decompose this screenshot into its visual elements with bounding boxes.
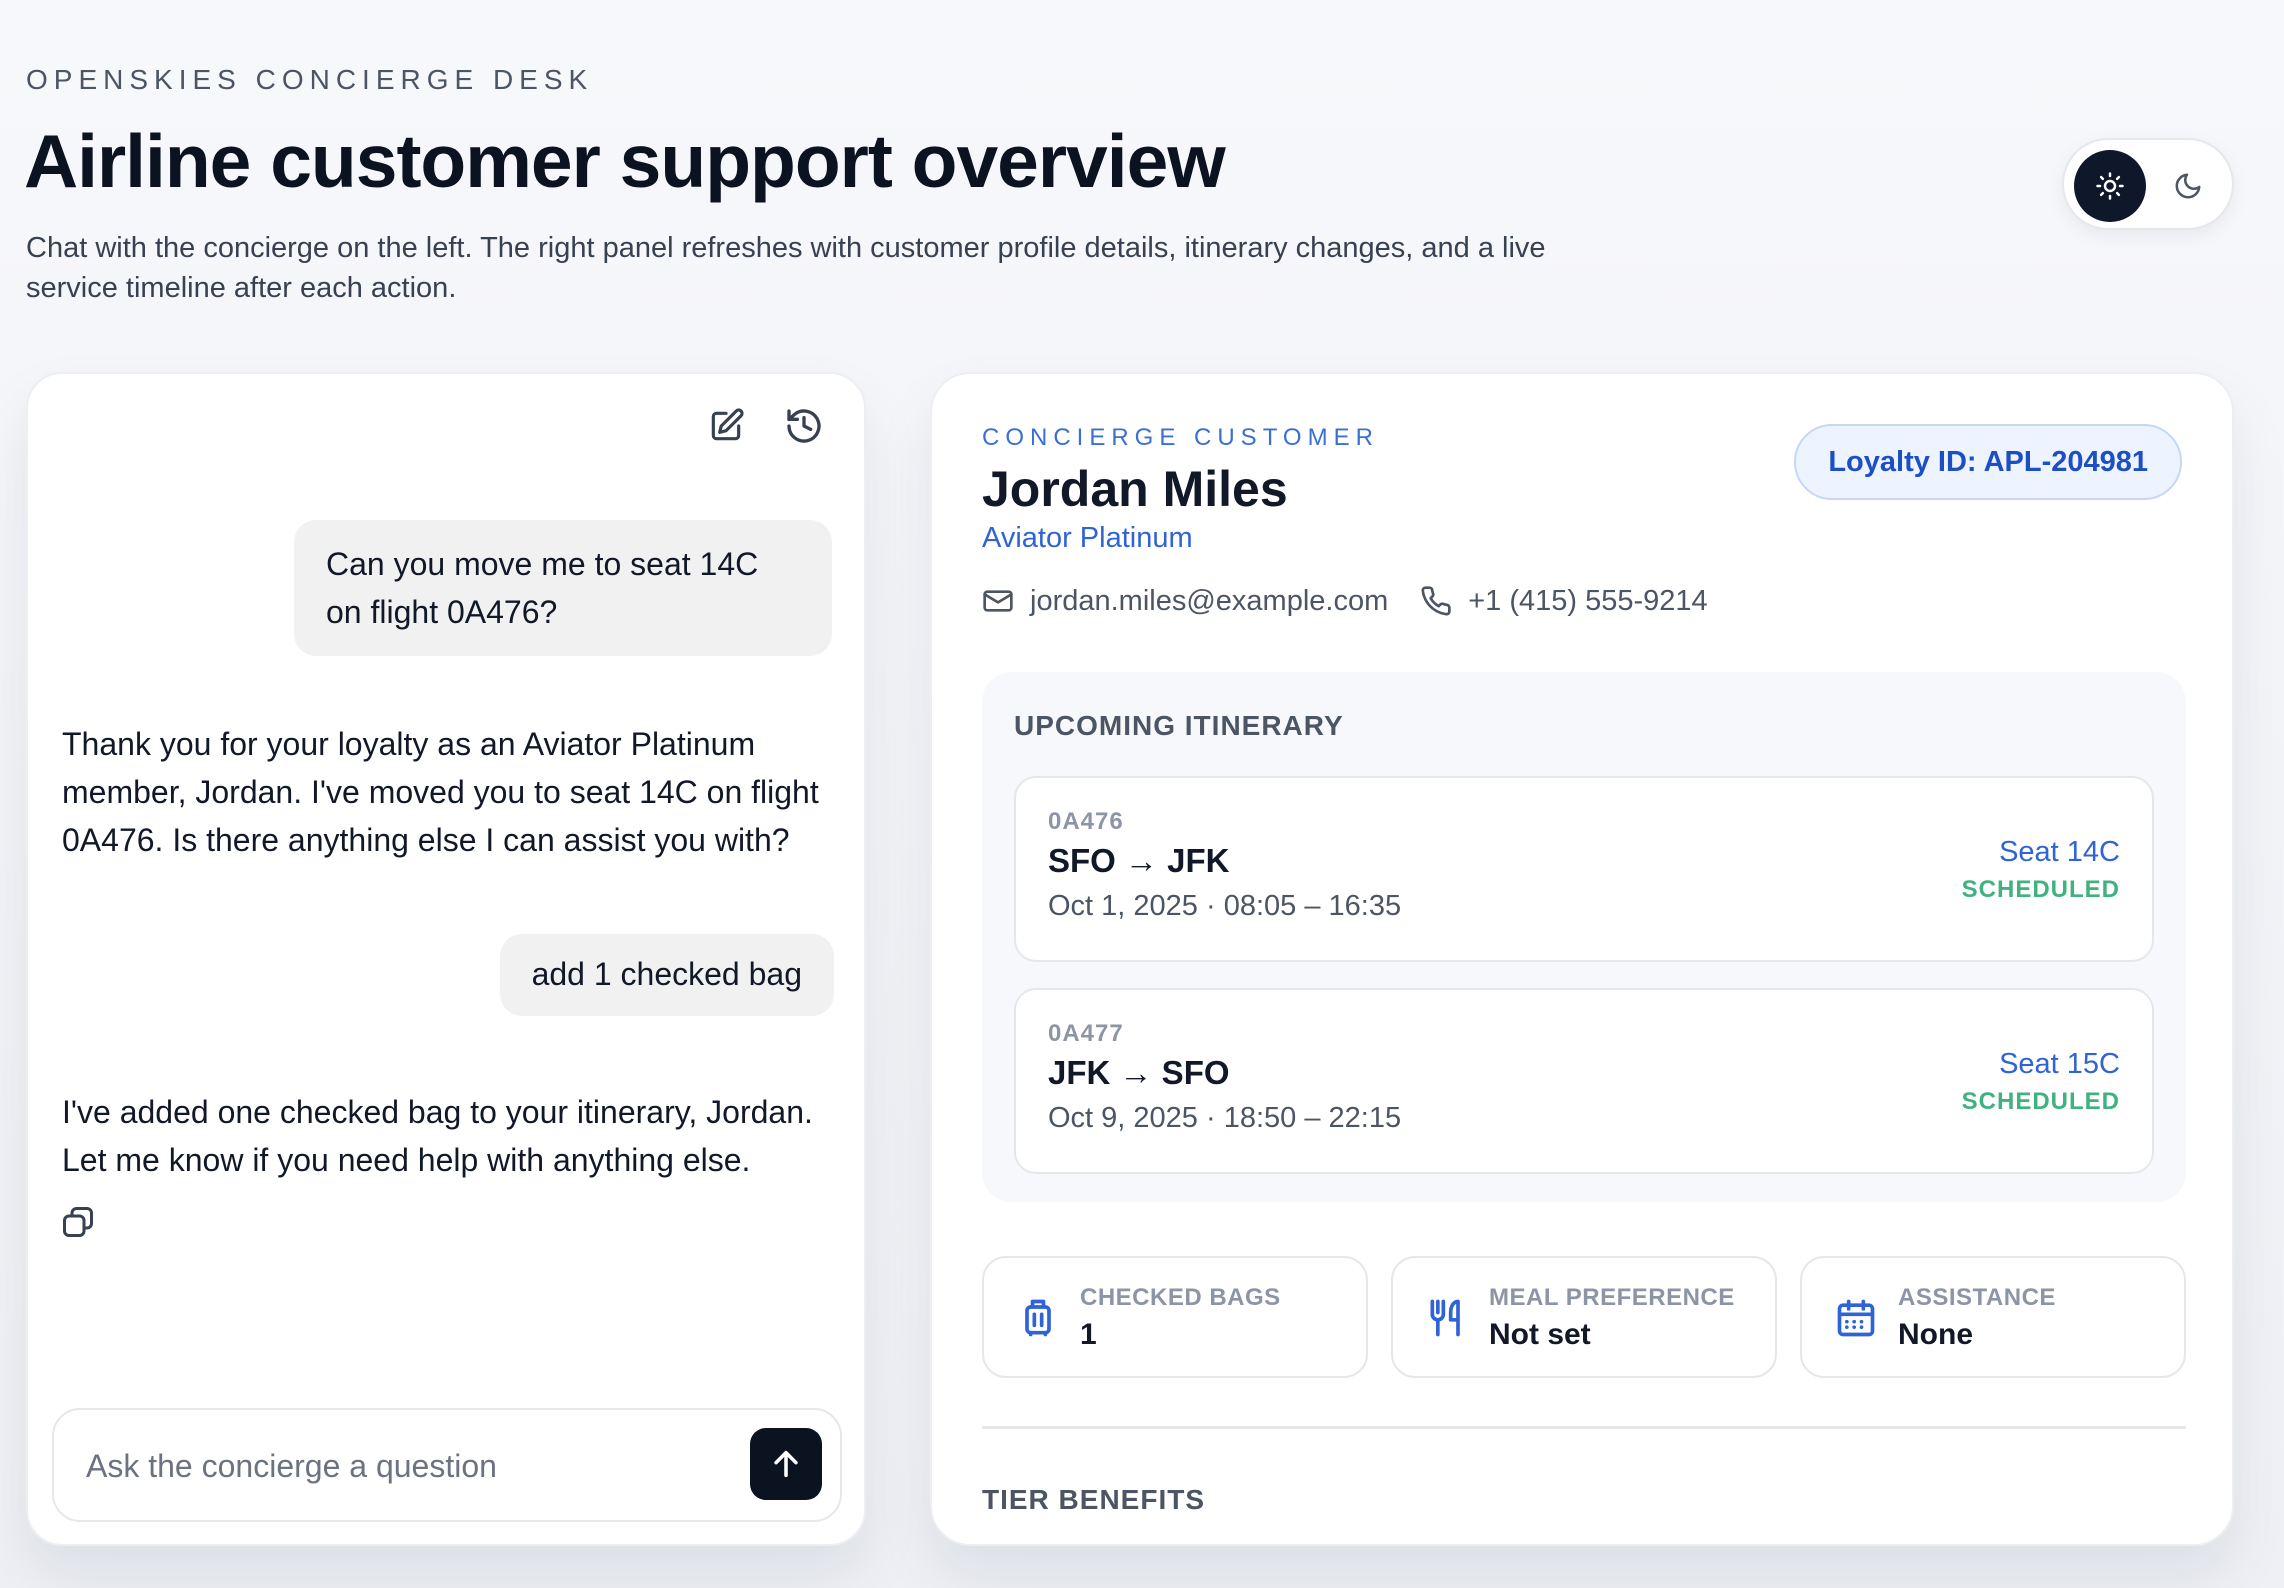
customer-panel: CONCIERGE CUSTOMER Jordan Miles Aviator … <box>930 372 2234 1546</box>
chat-composer <box>52 1408 842 1522</box>
copy-button[interactable] <box>60 1204 100 1244</box>
assistant-message: Thank you for your loyalty as an Aviator… <box>62 726 819 858</box>
light-theme-button[interactable] <box>2074 150 2146 222</box>
flight-time: Oct 9, 2025 · 18:50 – 22:15 <box>1048 1102 1402 1134</box>
history-button[interactable] <box>782 404 826 448</box>
stat-label: MEAL PREFERENCE <box>1489 1284 1735 1311</box>
flight-seat: Seat 15C <box>1999 1048 2120 1080</box>
page-subtitle: Chat with the concierge on the left. The… <box>26 232 1546 304</box>
flight-seat: Seat 14C <box>1999 836 2120 868</box>
copy-icon <box>63 1207 93 1237</box>
theme-toggle <box>2062 138 2234 230</box>
phone-icon <box>1420 584 1454 618</box>
calendar-icon <box>1837 1299 1875 1337</box>
loyalty-id-badge: Loyalty ID: APL-204981 <box>1794 424 2182 500</box>
stat-value: None <box>1898 1318 1973 1351</box>
flight-status: SCHEDULED <box>1961 1088 2120 1115</box>
customer-tier: Aviator Platinum <box>982 522 1193 554</box>
edit-icon <box>711 408 744 441</box>
chat-toolbar <box>704 404 826 448</box>
flight-code: 0A476 <box>1048 808 1124 835</box>
flight-time: Oct 1, 2025 · 08:05 – 16:35 <box>1048 890 1402 922</box>
customer-phone[interactable]: +1 (415) 555-9214 <box>1468 585 1707 618</box>
flight-card[interactable]: 0A476 SFO → JFK Oct 1, 2025 · 08:05 – 16… <box>1014 776 2154 962</box>
itinerary-section: UPCOMING ITINERARY 0A476 SFO → JFK Oct 1… <box>982 672 2186 1202</box>
flight-card[interactable]: 0A477 JFK → SFO Oct 9, 2025 · 18:50 – 22… <box>1014 988 2154 1174</box>
sun-icon <box>2096 172 2124 200</box>
checked-bags-card: CHECKED BAGS 1 <box>982 1256 1368 1378</box>
user-message: Can you move me to seat 14C on flight 0A… <box>294 520 832 656</box>
flight-code: 0A477 <box>1048 1020 1124 1047</box>
flight-route: SFO → JFK <box>1048 842 1230 879</box>
stat-value: 1 <box>1080 1318 1097 1351</box>
assistant-message: I've added one checked bag to your itine… <box>62 1094 813 1178</box>
stat-value: Not set <box>1489 1318 1591 1351</box>
flight-status: SCHEDULED <box>1961 876 2120 903</box>
dark-theme-button[interactable] <box>2152 150 2224 222</box>
moon-icon <box>2175 173 2201 199</box>
section-divider <box>982 1426 2186 1429</box>
send-button[interactable] <box>750 1428 822 1500</box>
page-title: Airline customer support overview <box>24 119 1226 203</box>
tier-benefits-title: TIER BENEFITS <box>982 1484 1206 1515</box>
mail-icon <box>982 584 1016 618</box>
stat-label: ASSISTANCE <box>1898 1284 2056 1311</box>
customer-name: Jordan Miles <box>982 461 1288 517</box>
user-message: add 1 checked bag <box>499 934 834 1016</box>
flight-route: JFK → SFO <box>1048 1054 1230 1091</box>
contact-row: jordan.miles@example.com +1 (415) 555-92… <box>982 584 1708 618</box>
utensils-icon <box>1430 1299 1460 1337</box>
assistance-card: ASSISTANCE None <box>1800 1256 2186 1378</box>
customer-email[interactable]: jordan.miles@example.com <box>1030 585 1388 618</box>
new-chat-button[interactable] <box>704 404 748 448</box>
luggage-icon <box>1025 1299 1051 1337</box>
customer-eyebrow: CONCIERGE CUSTOMER <box>982 424 1379 451</box>
chat-panel: Can you move me to seat 14C on flight 0A… <box>26 372 866 1546</box>
arrow-up-icon <box>774 1450 798 1478</box>
history-icon <box>787 409 821 443</box>
meal-preference-card: MEAL PREFERENCE Not set <box>1391 1256 1777 1378</box>
chat-input[interactable] <box>86 1442 726 1490</box>
itinerary-title: UPCOMING ITINERARY <box>1014 710 1344 741</box>
app-eyebrow: OPENSKIES CONCIERGE DESK <box>26 64 594 95</box>
stat-label: CHECKED BAGS <box>1080 1284 1281 1311</box>
